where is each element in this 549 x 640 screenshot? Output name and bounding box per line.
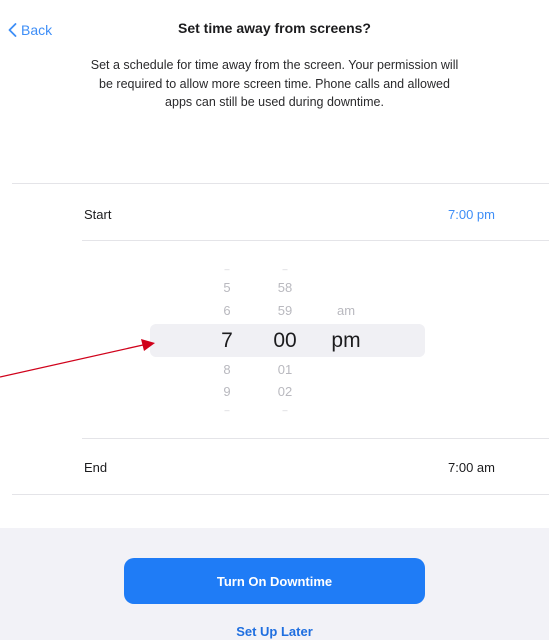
picker-minute-option[interactable]: 59 bbox=[270, 302, 300, 320]
annotation-arrow-icon bbox=[0, 339, 155, 378]
start-row-divider bbox=[82, 240, 549, 241]
end-label: End bbox=[84, 460, 108, 475]
picker-period-option[interactable]: am bbox=[326, 302, 366, 320]
start-label: Start bbox=[84, 207, 112, 222]
picker-minute-option[interactable]: 58 bbox=[270, 279, 300, 297]
section-divider-bottom bbox=[12, 494, 549, 495]
picker-hour-selected[interactable]: 7 bbox=[212, 324, 242, 357]
picker-hour-option[interactable]: 6 bbox=[212, 302, 242, 320]
description-text: Set a schedule for time away from the sc… bbox=[90, 58, 459, 109]
picker-hour-fade-bottom: – bbox=[224, 405, 230, 415]
picker-hour-option[interactable]: 9 bbox=[212, 383, 242, 401]
turn-on-downtime-button[interactable]: Turn On Downtime bbox=[124, 558, 425, 604]
picker-hour-fade-top: – bbox=[224, 264, 230, 274]
start-value[interactable]: 7:00 pm bbox=[380, 207, 495, 222]
page-title: Set time away from screens? bbox=[178, 20, 371, 36]
picker-period-selected[interactable]: pm bbox=[322, 324, 370, 357]
picker-hour-option[interactable]: 8 bbox=[212, 361, 242, 379]
end-value[interactable]: 7:00 am bbox=[380, 460, 495, 475]
picker-minute-option[interactable]: 02 bbox=[270, 383, 300, 401]
picker-minute-selected[interactable]: 00 bbox=[264, 324, 306, 357]
picker-minute-fade-bottom: – bbox=[282, 405, 288, 415]
picker-hour-option[interactable]: 5 bbox=[212, 279, 242, 297]
picker-minute-fade-top: – bbox=[282, 264, 288, 274]
set-up-later-link[interactable]: Set Up Later bbox=[124, 624, 425, 639]
picker-minute-option[interactable]: 01 bbox=[270, 361, 300, 379]
